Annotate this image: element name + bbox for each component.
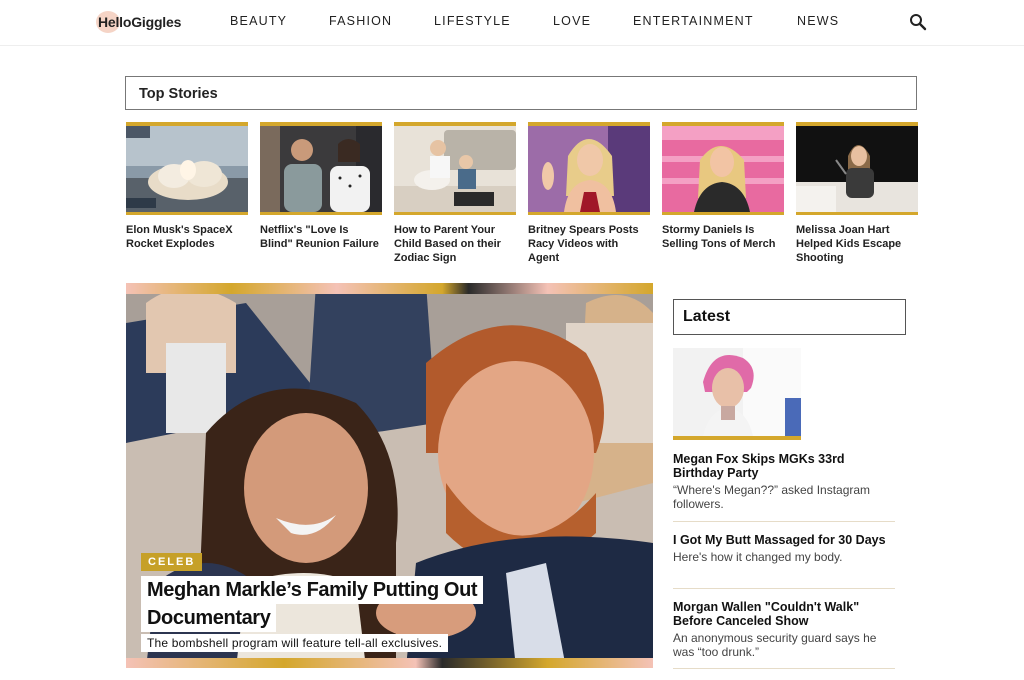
top-stories-heading-box: Top Stories: [125, 76, 917, 110]
story-image-rocket[interactable]: [126, 122, 248, 215]
latest-item-dek: “Where's Megan??” asked Instagram follow…: [673, 483, 871, 511]
story-title[interactable]: Britney Spears Posts Racy Videos with Ag…: [528, 223, 650, 265]
latest-item-dek: An anonymous security guard says he was …: [673, 631, 877, 659]
story-image-britney[interactable]: [528, 122, 650, 215]
story-image-zodiac-parenting[interactable]: [394, 122, 516, 215]
story-card[interactable]: Stormy Daniels Is Selling Tons of Merch: [662, 122, 784, 251]
story-title[interactable]: Melissa Joan Hart Helped Kids Escape Sho…: [796, 223, 918, 265]
story-card[interactable]: Melissa Joan Hart Helped Kids Escape Sho…: [796, 122, 918, 265]
top-stories-heading: Top Stories: [139, 86, 218, 102]
latest-item[interactable]: Morgan Wallen "Couldn't Walk" Before Can…: [673, 600, 895, 659]
site-header: HelloGiggles BEAUTY FASHION LIFESTYLE LO…: [0, 0, 1024, 46]
story-card[interactable]: How to Parent Your Child Based on their …: [394, 122, 516, 265]
story-image-love-is-blind[interactable]: [260, 122, 382, 215]
search-icon[interactable]: [908, 12, 928, 32]
hero-category-tag[interactable]: CELEB: [141, 553, 203, 571]
latest-item[interactable]: Megan Fox Skips MGKs 33rd Birthday Party…: [673, 452, 895, 511]
story-title[interactable]: Netflix's "Love Is Blind" Reunion Failur…: [260, 223, 382, 251]
hero-decorative-band: [126, 283, 653, 294]
hero-decorative-band: [126, 658, 653, 668]
story-title[interactable]: Stormy Daniels Is Selling Tons of Merch: [662, 223, 784, 251]
site-logo[interactable]: HelloGiggles: [96, 11, 182, 33]
divider: [673, 668, 895, 669]
latest-heading: Latest: [683, 308, 731, 325]
nav-news[interactable]: NEWS: [797, 14, 839, 28]
latest-item-title[interactable]: Morgan Wallen "Couldn't Walk" Before Can…: [673, 600, 895, 628]
divider: [673, 521, 895, 522]
story-title[interactable]: How to Parent Your Child Based on their …: [394, 223, 516, 265]
story-image-melissa-joan-hart[interactable]: [796, 122, 918, 215]
story-title[interactable]: Elon Musk's SpaceX Rocket Explodes: [126, 223, 248, 251]
nav-beauty[interactable]: BEAUTY: [230, 14, 287, 28]
divider: [673, 588, 895, 589]
nav-fashion[interactable]: FASHION: [329, 14, 392, 28]
logo-text: HelloGiggles: [98, 14, 182, 30]
latest-item-dek: Here's how it changed my body.: [673, 550, 843, 564]
story-image-stormy-daniels[interactable]: [662, 122, 784, 215]
hero-dek: The bombshell program will feature tell-…: [141, 634, 449, 652]
story-card[interactable]: Britney Spears Posts Racy Videos with Ag…: [528, 122, 650, 265]
hero-headline[interactable]: Meghan Markle’s Family Putting Out: [141, 576, 484, 604]
nav-entertainment[interactable]: ENTERTAINMENT: [633, 14, 754, 28]
nav-lifestyle[interactable]: LIFESTYLE: [434, 14, 511, 28]
story-card[interactable]: Elon Musk's SpaceX Rocket Explodes: [126, 122, 248, 251]
latest-heading-box: Latest: [673, 299, 906, 335]
latest-item-title[interactable]: Megan Fox Skips MGKs 33rd Birthday Party: [673, 452, 895, 480]
latest-item-title[interactable]: I Got My Butt Massaged for 30 Days: [673, 533, 895, 547]
story-card[interactable]: Netflix's "Love Is Blind" Reunion Failur…: [260, 122, 382, 251]
latest-image-mgk[interactable]: [673, 348, 801, 440]
latest-item[interactable]: I Got My Butt Massaged for 30 Days Here'…: [673, 533, 895, 564]
hero-headline[interactable]: Documentary: [141, 604, 277, 632]
nav-love[interactable]: LOVE: [553, 14, 591, 28]
